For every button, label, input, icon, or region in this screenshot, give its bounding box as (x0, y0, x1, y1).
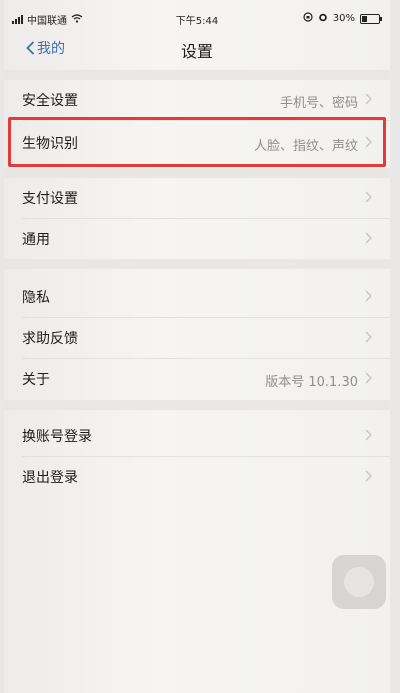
chevron-right-icon (365, 93, 372, 105)
chevron-right-icon (365, 331, 372, 343)
row-label: 换账号登录 (22, 429, 92, 445)
settings-group-general: 支付设置 通用 (4, 178, 390, 259)
row-about[interactable]: 关于 版本号 10.1.30 (4, 359, 390, 399)
chevron-right-icon (365, 470, 372, 482)
section-divider (4, 400, 390, 410)
row-privacy[interactable]: 隐私 (4, 277, 390, 317)
chevron-right-icon (365, 232, 372, 244)
version-value: 版本号 10.1.30 (265, 375, 358, 390)
chevron-right-icon (365, 290, 372, 302)
row-value: 手机号、密码 (279, 96, 358, 111)
chevron-right-icon (365, 191, 372, 203)
row-label: 隐私 (22, 290, 50, 306)
row-general[interactable]: 通用 (4, 219, 390, 259)
row-label: 退出登录 (22, 470, 78, 486)
chevron-right-icon (365, 372, 372, 384)
alarm-icon (318, 12, 328, 25)
row-label: 通用 (22, 232, 50, 248)
row-payment-settings[interactable]: 支付设置 (4, 178, 390, 218)
battery-percent: 30% (332, 13, 355, 24)
row-label: 安全设置 (22, 93, 78, 109)
rotation-lock-icon (303, 12, 313, 25)
section-divider (4, 70, 390, 80)
assistive-touch-button[interactable] (332, 555, 386, 609)
settings-group-about: 隐私 求助反馈 关于 版本号 10.1.30 (4, 277, 390, 399)
page-title: 设置 (180, 42, 213, 61)
row-help-feedback[interactable]: 求助反馈 (4, 318, 390, 358)
section-divider (4, 168, 390, 178)
row-logout[interactable]: 退出登录 (4, 457, 390, 497)
row-security-settings[interactable]: 安全设置 手机号、密码 (4, 80, 390, 120)
highlight-box (8, 117, 386, 167)
battery-icon (360, 13, 382, 24)
row-label: 求助反馈 (22, 331, 78, 347)
settings-screen: 中国联通 下午5:44 30% 我的 设置 安全设置 手机号、密码 生物识别 人… (4, 0, 390, 693)
settings-group-account: 换账号登录 退出登录 (4, 416, 390, 497)
row-label: 关于 (22, 372, 50, 388)
row-switch-account[interactable]: 换账号登录 (4, 416, 390, 456)
nav-bar: 我的 设置 (4, 30, 390, 70)
chevron-right-icon (365, 429, 372, 441)
row-label: 支付设置 (22, 191, 78, 207)
section-divider (4, 259, 390, 269)
